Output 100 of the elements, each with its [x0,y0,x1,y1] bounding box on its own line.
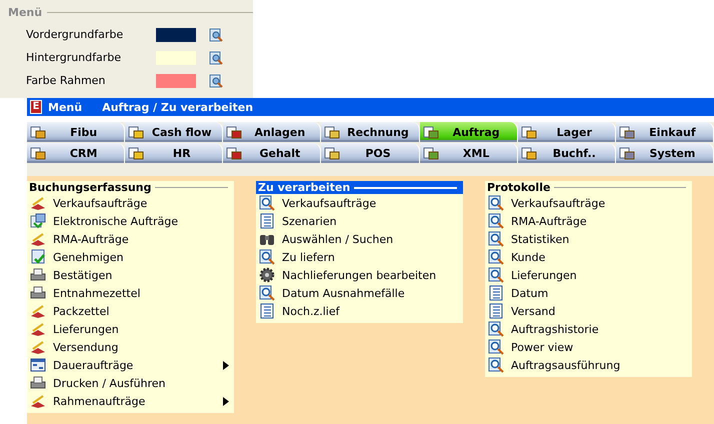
search-icon [488,267,504,283]
module-icon [520,125,537,139]
menu-item[interactable]: Auftragshistorie [485,320,692,338]
module-icon [324,146,340,160]
module-icon [324,125,340,139]
menu-item[interactable]: Verkaufsaufträge [27,194,234,212]
menu-item[interactable]: Drucken / Ausführen [27,374,234,392]
color-picker-icon[interactable] [209,74,223,88]
menu-item[interactable]: Auswählen / Suchen [256,230,463,248]
section-legend: Menü [8,6,42,19]
search-icon [488,357,504,373]
search-icon [488,195,504,211]
module-tab[interactable]: Lager [518,122,616,142]
menu-item[interactable]: Daueraufträge [27,356,234,374]
menu-item[interactable]: Genehmigen [27,248,234,266]
group-heading: Protokolle [485,181,692,194]
menu-item[interactable]: Nachlieferungen bearbeiten [256,266,463,284]
module-icon [30,146,46,160]
breadcrumb: Auftrag / Zu verarbeiten [102,100,254,114]
group-heading: Buchungserfassung [27,181,234,194]
module-icon [128,146,144,160]
menu-item[interactable]: Lieferungen [27,320,234,338]
logo: E [30,100,42,114]
search-icon [488,213,504,229]
module-tab[interactable]: POS [321,143,420,163]
module-tab[interactable]: Rechnung [321,122,420,142]
menu-item[interactable]: Rahmenaufträge [27,392,234,410]
menu-title[interactable]: Menü [48,100,82,114]
menu-item[interactable]: Elektronische Aufträge [27,212,234,230]
color-label: Hintergrundfarbe [26,51,122,64]
module-tab[interactable]: Buchf.. [518,143,616,163]
menu-item[interactable]: Entnahmezettel [27,284,234,302]
menu-item[interactable]: Noch.z.lief [256,302,463,320]
menu-item[interactable]: RMA-Aufträge [485,212,692,230]
pen-tray-icon [30,195,46,211]
module-icon [128,125,144,139]
pen-tray-icon [30,321,46,337]
module-tab[interactable]: Einkauf [616,122,714,142]
search-icon [259,249,275,265]
submenu-arrow-icon [223,396,229,406]
menu-item[interactable]: Bestätigen [27,266,234,284]
import-icon [30,213,46,229]
module-tab[interactable]: Gehalt [223,143,322,163]
search-icon [488,321,504,337]
approve-icon [30,249,46,265]
search-icon [259,195,275,211]
menu-item[interactable]: Auftragsausführung [485,356,692,374]
module-icon [226,125,242,139]
module-tab[interactable]: HR [125,143,224,163]
module-icon [30,125,46,139]
printer-icon [30,375,46,391]
list-icon [488,285,504,301]
menu-item[interactable]: Verkaufsaufträge [485,194,692,212]
module-icon [226,146,242,160]
menu-item[interactable]: Datum Ausnahmefälle [256,284,463,302]
list-icon [259,213,275,229]
menu-item[interactable]: Kunde [485,248,692,266]
search-icon [259,285,275,301]
color-label: Vordergrundfarbe [26,28,124,41]
module-icon [422,125,439,139]
menu-item[interactable]: Lieferungen [485,266,692,284]
module-tab[interactable]: Cash flow [125,122,224,142]
menu-item[interactable]: Verkaufsaufträge [256,194,463,212]
module-tab[interactable]: Fibu [27,122,126,142]
search-icon [488,231,504,247]
module-icon [520,146,537,160]
calendar-icon [30,357,46,373]
search-icon [488,339,504,355]
search-icon [488,249,504,265]
module-icon [618,125,635,139]
module-tab[interactable]: CRM [27,143,126,163]
submenu-arrow-icon [223,360,229,370]
menu-item[interactable]: Statistiken [485,230,692,248]
module-tab[interactable]: Auftrag [420,122,518,142]
pen-tray-icon [30,339,46,355]
module-icon [618,146,635,160]
module-tab[interactable]: Anlagen [223,122,322,142]
menu-item[interactable]: Packzettel [27,302,234,320]
module-tab[interactable]: System [616,143,714,163]
printer-icon [30,267,46,283]
gear-icon [259,267,275,283]
module-tab[interactable]: XML [420,143,518,163]
menu-item[interactable]: Szenarien [256,212,463,230]
color-label: Farbe Rahmen [26,74,106,87]
pen-tray-icon [30,393,46,409]
pen-tray-icon [30,303,46,319]
color-picker-icon[interactable] [209,28,223,42]
list-icon [488,303,504,319]
module-icon [422,146,439,160]
group-heading: Zu verarbeiten [256,181,463,194]
list-icon [259,303,275,319]
menu-item[interactable]: Datum [485,284,692,302]
color-picker-icon[interactable] [209,50,223,64]
menu-item[interactable]: Versand [485,302,692,320]
menu-item[interactable]: Versendung [27,338,234,356]
printer-icon [30,285,46,301]
menu-item[interactable]: RMA-Aufträge [27,230,234,248]
menu-item[interactable]: Zu liefern [256,248,463,266]
menu-item[interactable]: Power view [485,338,692,356]
pen-tray-icon [30,231,46,247]
